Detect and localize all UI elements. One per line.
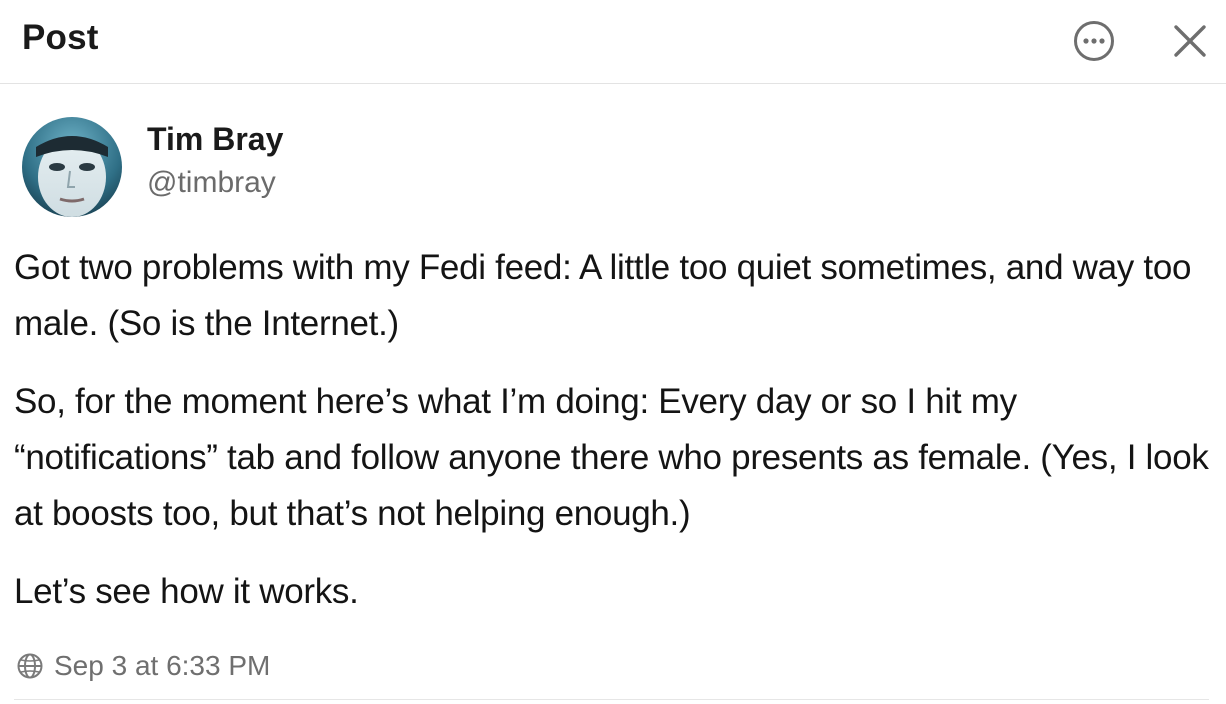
close-button[interactable] bbox=[1166, 17, 1214, 65]
more-horizontal-circle-icon bbox=[1074, 21, 1114, 61]
more-options-button[interactable] bbox=[1072, 19, 1116, 63]
post-paragraph: Let’s see how it works. bbox=[14, 572, 359, 611]
page-title: Post bbox=[22, 18, 99, 57]
close-icon bbox=[1174, 25, 1206, 57]
divider bbox=[14, 699, 1209, 700]
author-handle[interactable]: @timbray bbox=[147, 166, 276, 200]
avatar[interactable] bbox=[22, 117, 122, 217]
author-name[interactable]: Tim Bray bbox=[147, 121, 283, 158]
post-paragraph: So, for the moment here’s what I’m doing… bbox=[14, 382, 1209, 533]
post-meta: Sep 3 at 6:33 PM bbox=[16, 646, 270, 686]
post-timestamp[interactable]: Sep 3 at 6:33 PM bbox=[54, 650, 270, 682]
avatar-photo bbox=[22, 117, 122, 217]
post-author[interactable]: Tim Bray @timbray bbox=[22, 117, 522, 219]
post-header: Post bbox=[0, 0, 1226, 84]
post-paragraph: Got two problems with my Fedi feed: A li… bbox=[14, 248, 1192, 343]
globe-icon bbox=[17, 653, 43, 679]
post-content: Got two problems with my Fedi feed: A li… bbox=[14, 240, 1209, 642]
